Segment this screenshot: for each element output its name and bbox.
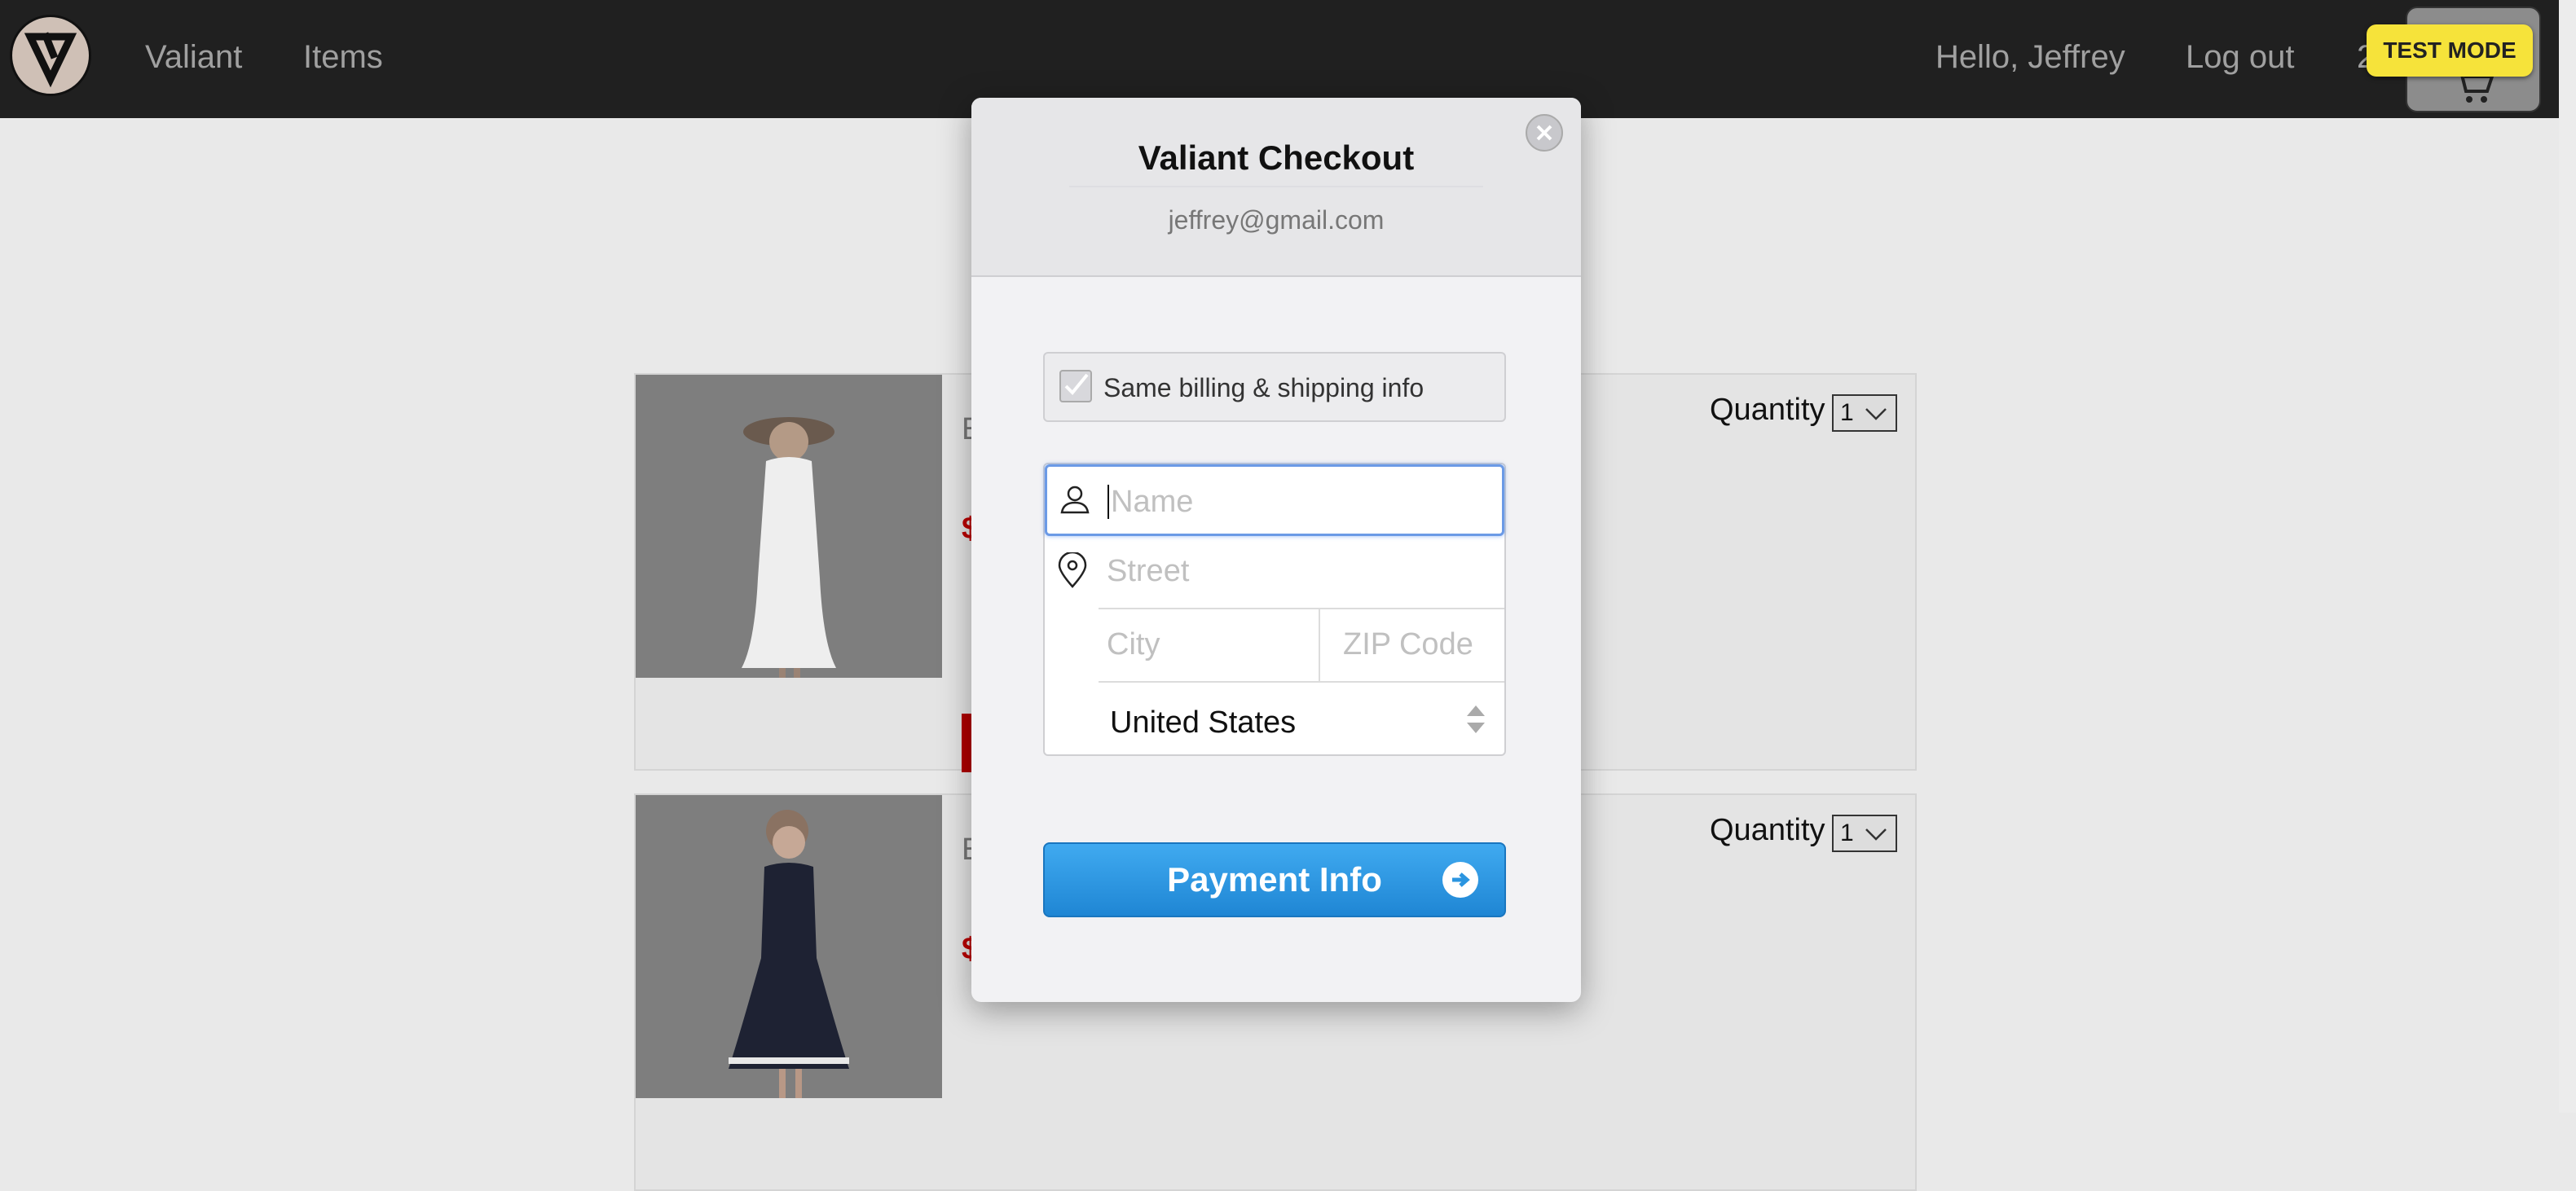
field-divider xyxy=(1099,608,1504,609)
name-input[interactable] xyxy=(1109,481,1495,522)
checkmark-icon xyxy=(1064,373,1089,395)
header-divider xyxy=(1069,186,1483,187)
select-arrows-icon xyxy=(1467,705,1485,733)
quantity-label: Quantity xyxy=(1710,813,1825,847)
logout-link[interactable]: Log out xyxy=(2186,33,2294,81)
same-info-label: Same billing & shipping info xyxy=(1103,373,1425,402)
valiant-logo-icon[interactable] xyxy=(10,15,91,96)
product-image[interactable] xyxy=(636,375,942,678)
field-divider xyxy=(1319,609,1320,681)
same-billing-shipping-toggle[interactable]: Same billing & shipping info xyxy=(1043,352,1506,422)
street-input[interactable] xyxy=(1105,551,1491,591)
quantity-value: 1 xyxy=(1840,820,1854,846)
quantity-label: Quantity xyxy=(1710,393,1825,427)
location-pin-icon xyxy=(1058,552,1087,588)
checkout-email: jeffrey@gmail.com xyxy=(1168,205,1385,235)
arrow-right-icon xyxy=(1442,862,1478,898)
page-scrollbar[interactable] xyxy=(2559,0,2576,1113)
product-image[interactable] xyxy=(636,795,942,1098)
checkout-title: Valiant Checkout xyxy=(1138,138,1415,177)
quantity-value: 1 xyxy=(1840,399,1854,426)
greeting-text: Hello, Jeffrey xyxy=(1935,39,2125,75)
quantity-select[interactable]: 1 xyxy=(1832,815,1897,852)
checkout-header: Valiant Checkout jeffrey@gmail.com xyxy=(971,98,1581,277)
quantity-select[interactable]: 1 xyxy=(1832,394,1897,432)
zip-input[interactable] xyxy=(1341,624,1499,665)
same-info-checkbox[interactable] xyxy=(1059,370,1092,402)
test-mode-badge: TEST MODE xyxy=(2367,24,2533,77)
nav-items-link[interactable]: Items xyxy=(303,33,383,81)
payment-info-button[interactable]: Payment Info xyxy=(1043,842,1506,917)
checkout-modal: Valiant Checkout jeffrey@gmail.com Same … xyxy=(971,98,1581,1002)
country-value: United States xyxy=(1110,705,1297,740)
chevron-down-icon xyxy=(1865,408,1887,420)
name-field[interactable] xyxy=(1045,464,1504,536)
payment-info-label: Payment Info xyxy=(1167,860,1382,899)
user-icon xyxy=(1060,486,1090,514)
chevron-down-icon xyxy=(1865,828,1887,841)
country-select[interactable]: United States xyxy=(1045,683,1504,754)
city-input[interactable] xyxy=(1105,624,1312,665)
nav-brand-link[interactable]: Valiant xyxy=(145,33,242,81)
address-fields: United States xyxy=(1043,463,1506,756)
